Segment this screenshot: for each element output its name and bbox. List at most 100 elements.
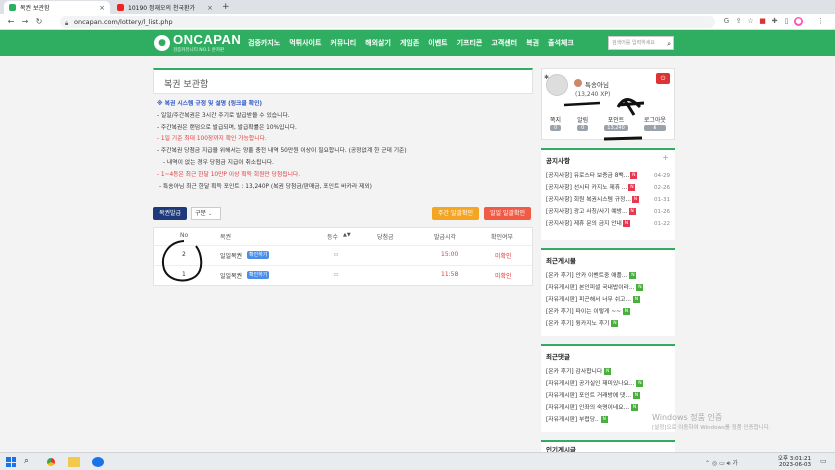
notice-date: 04-29 [654, 173, 670, 179]
search-placeholder: 검색어를 입력하세요 [612, 40, 655, 46]
new-badge-icon: N [629, 272, 637, 279]
check-lottery-button[interactable]: 확인하기 [247, 271, 270, 279]
google-icon[interactable]: G [722, 17, 731, 26]
sidebar-icon[interactable]: ▯ [782, 17, 791, 26]
menu-item-events[interactable]: 이벤트 [428, 38, 447, 48]
post-item[interactable]: [자유게시판] 피곤해서 너무 쉬고... N [541, 294, 675, 306]
forward-icon[interactable]: → [20, 17, 30, 27]
menu-item-attendance[interactable]: 출석체크 [548, 38, 574, 48]
notice-title: [공지사항] 광고 사칭/사기 예방... [546, 209, 628, 215]
avatar[interactable] [546, 74, 568, 96]
new-badge-icon: N [622, 220, 630, 227]
menu-item-overseas[interactable]: 해외살기 [365, 38, 391, 48]
windows-start-icon[interactable] [6, 457, 16, 467]
comment-item[interactable]: [자유게시판] 포인트 거래방에 댓... N [541, 390, 675, 402]
tab-lottery[interactable]: 복권 보관함 × [4, 1, 110, 14]
new-badge-icon: N [636, 284, 644, 291]
url-text: oncapan.com/lottery/l_list.php [74, 18, 173, 26]
star-icon[interactable]: ☆ [746, 17, 755, 26]
close-tab-icon[interactable]: × [95, 4, 105, 12]
site-logo[interactable]: ● ONCAPAN 검증커뮤니티 NO.1 온카판 [154, 33, 241, 53]
post-title: [온카 후기] 파이는 이렇게 ~~ [546, 309, 621, 315]
menu-item-community[interactable]: 커뮤니티 [330, 38, 356, 48]
menu-item-lottery[interactable]: 복권 [526, 38, 539, 48]
new-badge-icon: N [611, 320, 619, 327]
issue-lottery-button[interactable]: 복권발급 [153, 207, 187, 220]
site-search-input[interactable]: 검색어를 입력하세요 ⌕ [608, 36, 674, 50]
column-header-confirmed: 확인여부 [491, 234, 514, 241]
comment-title: [자유게시판] 부럽당.. [546, 417, 599, 423]
post-item[interactable]: [온카 후기] 뒹카지노 후기 N [541, 318, 675, 330]
site-favicon-icon [9, 4, 16, 11]
menu-item-support[interactable]: 고객센터 [491, 38, 517, 48]
column-header-rank: 등수 [327, 234, 339, 241]
logout-power-icon[interactable]: ⏻ [656, 73, 670, 84]
reload-icon[interactable]: ↻ [34, 17, 44, 27]
new-badge-icon: N [630, 172, 638, 179]
app-icon[interactable] [92, 457, 104, 467]
chevron-down-icon: ⌄ [207, 211, 213, 217]
tab-title: 10190 정재오의 천국환가 [128, 5, 196, 12]
menu-icon[interactable]: ⋮ [816, 17, 825, 26]
post-title: [자유게시판] 본인피셜 국내밥이라... [546, 285, 635, 291]
menu-item-game-zone[interactable]: 게임존 [400, 38, 419, 48]
back-icon[interactable]: ← [6, 17, 16, 27]
notice-date: 01-26 [654, 209, 670, 215]
menu-item-scam-sites[interactable]: 먹튀사이트 [289, 38, 321, 48]
clock[interactable]: 오후 3:01:21 2023-06-03 [777, 454, 811, 468]
profile-name[interactable]: 특송아님 [585, 79, 609, 89]
notice-item[interactable]: [공지사항] 회원 복권시스템 규정... N 01-31 [541, 194, 675, 206]
url-input[interactable]: 🔒︎ oncapan.com/lottery/l_list.php [60, 16, 715, 28]
rules-header[interactable]: ※ 복권 시스템 규정 및 설명 (링크클 확인) [157, 99, 532, 111]
notice-item[interactable]: [공지사항] 제휴 문의 금지 안내 N 01-22 [541, 218, 675, 230]
notices-more-button[interactable]: + [662, 153, 669, 162]
post-item[interactable]: [온카 후기] 파이는 이렇게 ~~ N [541, 306, 675, 318]
new-badge-icon: N [604, 368, 612, 375]
row-status: 미확인 [495, 253, 512, 260]
row-issued-time: 11:58 [441, 271, 459, 278]
menu-item-casino[interactable]: 검증카지노 [248, 38, 280, 48]
tray-icons[interactable]: ⌃ ◎ ▭ 🔊︎ 가 [705, 458, 738, 468]
notices-title[interactable]: 공지사항 [541, 150, 675, 170]
notice-title: [공지사항] 제휴 문의 금지 안내 [546, 221, 622, 227]
rank-icon: ▫ [334, 271, 339, 278]
notice-item[interactable]: [공지사항] 광고 사칭/사기 예방... N 01-26 [541, 206, 675, 218]
post-item[interactable]: [자유게시판] 본인피셜 국내밥이라... N [541, 282, 675, 294]
browser-tab-bar: 복권 보관함 × 10190 정재오의 천국환가 × + [0, 0, 835, 14]
close-tab-icon[interactable]: × [203, 4, 213, 12]
chrome-icon[interactable] [44, 455, 58, 469]
notice-item[interactable]: [공지사항] 유로스타 보증금 8백... N 04-29 [541, 170, 675, 182]
folder-icon[interactable] [68, 457, 80, 467]
sort-icon[interactable]: ▲▼ [343, 232, 351, 238]
tab-youtube[interactable]: 10190 정재오의 천국환가 × [112, 1, 218, 14]
rule-item: - 일일/주간복권은 3시간 주기로 발급받을 수 있습니다. [157, 112, 290, 119]
notice-item[interactable]: [공지사항] 선시티 카지노 제휴 ... N 02-26 [541, 182, 675, 194]
address-bar: ← → ↻ 🔒︎ oncapan.com/lottery/l_list.php … [0, 14, 835, 30]
popular-posts-title[interactable]: 인기게시글 [541, 442, 675, 452]
extension-icon[interactable]: ■ [758, 17, 767, 26]
share-icon[interactable]: ⇪ [734, 17, 743, 26]
check-lottery-button[interactable]: 확인하기 [247, 251, 270, 259]
category-select[interactable]: 구분 ⌄ [191, 207, 221, 220]
daily-check-all-button[interactable]: 일일 일괄확인 [484, 207, 531, 220]
comment-title: [온카 후기] 감사합니다 [546, 369, 603, 375]
profile-avatar-icon[interactable]: ● [794, 17, 803, 26]
comment-item[interactable]: [온카 후기] 감사합니다 N [541, 366, 675, 378]
new-badge-icon: N [600, 416, 608, 423]
new-badge-icon: N [632, 296, 640, 303]
menu-item-gifticon[interactable]: 기프티콘 [457, 38, 483, 48]
recent-comments-title[interactable]: 최근댓글 [541, 346, 675, 366]
search-icon[interactable]: ⌕ [24, 456, 29, 466]
new-badge-icon: N [632, 392, 640, 399]
recent-posts-title[interactable]: 최근게시물 [541, 250, 675, 270]
weekly-check-all-button[interactable]: 주간 일괄확인 [432, 207, 479, 220]
post-item[interactable]: [온카 후기] 안카 이벤트중 애플... N [541, 270, 675, 282]
puzzle-icon[interactable]: ✚ [770, 17, 779, 26]
comment-item[interactable]: [자유게시판] 공가실인 재미있나요... N [541, 378, 675, 390]
new-badge-icon: N [628, 184, 636, 191]
new-tab-button[interactable]: + [222, 2, 230, 12]
search-icon[interactable]: ⌕ [667, 38, 671, 50]
notification-icon[interactable]: ▭ [820, 457, 827, 465]
rule-item: - 1일 기준 최대 100장까지 확인 가능합니다. [157, 136, 267, 143]
page-title: 복권 보관함 [164, 80, 209, 90]
